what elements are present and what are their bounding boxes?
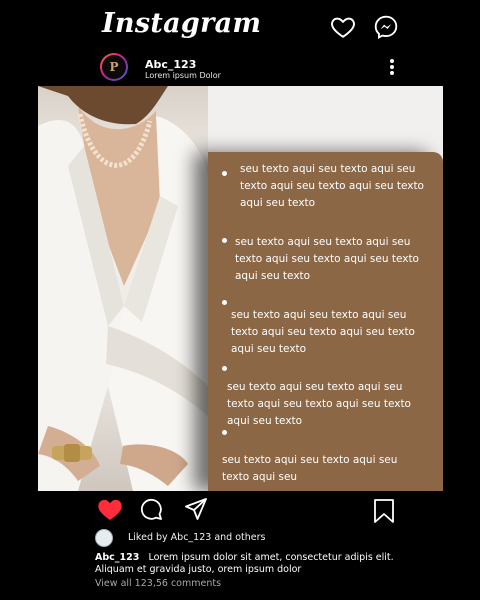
panel-item-2: seu texto aqui seu texto aqui seu texto … (235, 236, 419, 282)
bookmark-icon[interactable] (372, 498, 396, 524)
post-image[interactable]: seu texto aqui seu texto aqui seu texto … (38, 86, 443, 491)
avatar[interactable]: P (100, 53, 128, 81)
likes-text[interactable]: Liked by Abc_123 and others (128, 532, 265, 543)
messenger-icon[interactable] (373, 14, 399, 40)
comment-icon[interactable] (139, 497, 163, 521)
liker-avatar (95, 529, 113, 547)
bullet-4 (222, 366, 227, 371)
panel-item-3: seu texto aqui seu texto aqui seu texto … (231, 309, 415, 355)
panel-item-5: seu texto aqui seu texto aqui seu texto … (222, 454, 398, 483)
photo-woman-blazer (38, 86, 208, 491)
bullet-1 (222, 171, 227, 176)
bullet-3 (222, 300, 227, 305)
instagram-logo: Instagram (102, 8, 262, 39)
caption: Abc_123 Lorem ipsum dolor sit amet, cons… (95, 552, 415, 576)
username[interactable]: Abc_123 (145, 58, 196, 71)
caption-text: Lorem ipsum dolor sit amet, consectetur … (95, 552, 394, 575)
heart-outline-icon[interactable] (330, 14, 356, 40)
more-vertical-icon[interactable] (387, 59, 397, 77)
panel-item-4: seu texto aqui seu texto aqui seu texto … (227, 381, 411, 427)
share-icon[interactable] (184, 497, 208, 521)
bullet-5 (222, 430, 227, 435)
text-panel: seu texto aqui seu texto aqui seu texto … (208, 152, 443, 491)
location-subline: Lorem ipsum Dolor (145, 71, 221, 80)
view-comments-link[interactable]: View all 123,56 comments (95, 578, 221, 589)
avatar-letter: P (109, 60, 119, 74)
heart-filled-icon[interactable] (97, 497, 123, 521)
panel-item-1: seu texto aqui seu texto aqui seu texto … (240, 163, 424, 209)
bullet-2 (222, 238, 227, 243)
caption-username[interactable]: Abc_123 (95, 552, 139, 563)
